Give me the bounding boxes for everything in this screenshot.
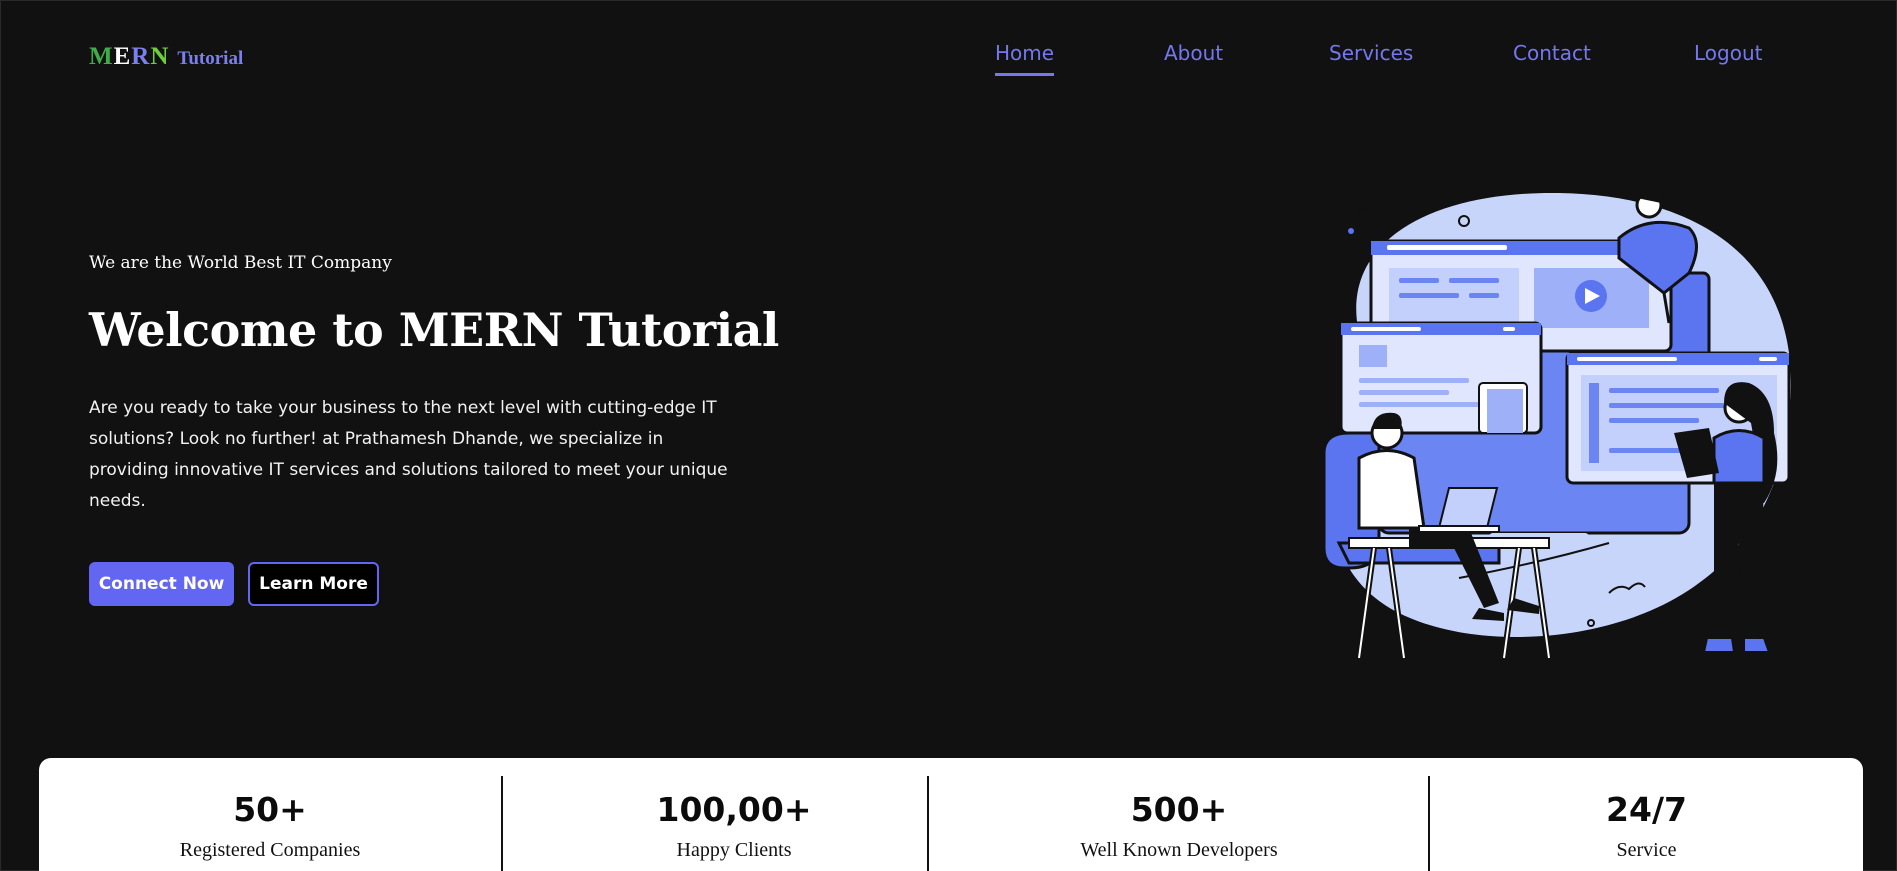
stat-value: 50+ xyxy=(233,790,307,829)
hero-title: Welcome to MERN Tutorial xyxy=(89,303,779,357)
stat-label: Service xyxy=(1616,839,1677,861)
stat-value: 100,00+ xyxy=(656,790,812,829)
stat-label: Well Known Developers xyxy=(1080,839,1278,861)
stat-value: 500+ xyxy=(1130,790,1228,829)
stat-label: Registered Companies xyxy=(179,839,361,861)
nav-link-home[interactable]: Home xyxy=(995,41,1055,76)
stat-value: 24/7 xyxy=(1606,790,1687,829)
stat-registered-companies: 50+ Registered Companies xyxy=(39,758,501,871)
stats-panel: 50+ Registered Companies 100,00+ Happy C… xyxy=(39,758,1863,871)
stat-label: Happy Clients xyxy=(676,839,792,861)
hero-tagline: We are the World Best IT Company xyxy=(89,253,392,273)
hero-description: Are you ready to take your business to t… xyxy=(89,398,728,511)
nav-link-contact[interactable]: Contact xyxy=(1513,41,1591,73)
stat-happy-clients: 100,00+ Happy Clients xyxy=(503,758,965,871)
nav-link-services[interactable]: Services xyxy=(1329,41,1413,73)
stat-service: 24/7 Service xyxy=(1430,758,1863,871)
connect-now-button[interactable]: Connect Now xyxy=(89,562,234,606)
navbar: M E R N Tutorial Home About Services Con… xyxy=(1,1,1897,111)
stat-developers: 500+ Well Known Developers xyxy=(929,758,1429,871)
learn-more-button[interactable]: Learn More xyxy=(248,562,379,606)
developers-working-illustration xyxy=(1322,185,1791,659)
nav-link-logout[interactable]: Logout xyxy=(1694,41,1762,73)
main-menu: Home About Services Contact Logout xyxy=(1,41,1897,81)
nav-link-about[interactable]: About xyxy=(1164,41,1223,73)
